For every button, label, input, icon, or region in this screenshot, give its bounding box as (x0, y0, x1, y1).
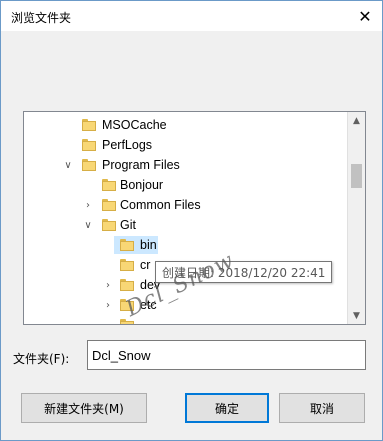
tree-item-label: Program Files (102, 158, 180, 172)
tree-item-bonjour[interactable]: Bonjour (24, 175, 346, 195)
close-button[interactable]: ✕ (348, 1, 382, 31)
tree-item-label: PerfLogs (102, 138, 153, 152)
cancel-button[interactable]: 取消 (279, 393, 365, 423)
chevron-right-icon[interactable]: › (82, 199, 94, 211)
ok-button[interactable]: 确定 (185, 393, 269, 423)
tree-item-bin[interactable]: bin (24, 235, 346, 255)
tree-item-label: Common Files (120, 198, 201, 212)
tree-item-perflogs[interactable]: PerfLogs (24, 135, 346, 155)
scrollbar-thumb[interactable] (351, 164, 362, 188)
tree-item-etc[interactable]: › etc (24, 295, 346, 315)
browse-folder-dialog: 浏览文件夹 ✕ MSOCache PerfLogs ∨ Program File… (0, 0, 383, 441)
folder-icon (120, 279, 134, 291)
folder-name-input[interactable] (87, 340, 366, 370)
tree-item-label: Git (120, 218, 136, 232)
new-folder-button[interactable]: 新建文件夹(M) (21, 393, 147, 423)
created-date-tooltip: 创建日期: 2018/12/20 22:41 (155, 261, 333, 283)
scroll-down-icon[interactable]: ▼ (348, 307, 365, 324)
folder-icon (82, 159, 96, 171)
chevron-down-icon[interactable]: ∨ (62, 159, 74, 171)
folder-tree[interactable]: MSOCache PerfLogs ∨ Program Files Bonjou… (23, 111, 366, 325)
scroll-up-icon[interactable]: ▲ (348, 112, 365, 129)
chevron-down-icon[interactable]: ∨ (82, 219, 94, 231)
tree-scrollbar[interactable]: ▲ ▼ (347, 112, 365, 324)
folder-icon (120, 239, 134, 251)
folder-field-label: 文件夹(F): (13, 352, 70, 366)
tree-item-git[interactable]: ∨ Git (24, 215, 346, 235)
folder-icon (120, 299, 134, 311)
tree-item-label: MSOCache (102, 118, 167, 132)
folder-icon (102, 199, 116, 211)
folder-icon (120, 319, 134, 324)
title-bar: 浏览文件夹 ✕ (1, 1, 382, 31)
close-icon: ✕ (358, 6, 372, 26)
window-title: 浏览文件夹 (11, 11, 72, 25)
tree-item-common-files[interactable]: › Common Files (24, 195, 346, 215)
chevron-right-icon[interactable]: › (102, 279, 114, 291)
folder-icon (82, 139, 96, 151)
chevron-right-icon[interactable]: › (102, 299, 114, 311)
tree-item-label: etc (140, 298, 157, 312)
folder-icon (82, 119, 96, 131)
folder-icon (102, 219, 116, 231)
tree-item-label: bin (140, 238, 157, 252)
tree-item-label: cr (140, 258, 151, 272)
folder-icon (102, 179, 116, 191)
tree-item-msocache[interactable]: MSOCache (24, 115, 346, 135)
folder-icon (120, 259, 134, 271)
tree-item-program-files[interactable]: ∨ Program Files (24, 155, 346, 175)
tree-item-label: Bonjour (120, 178, 164, 192)
tree-item-partial[interactable] (24, 315, 346, 324)
